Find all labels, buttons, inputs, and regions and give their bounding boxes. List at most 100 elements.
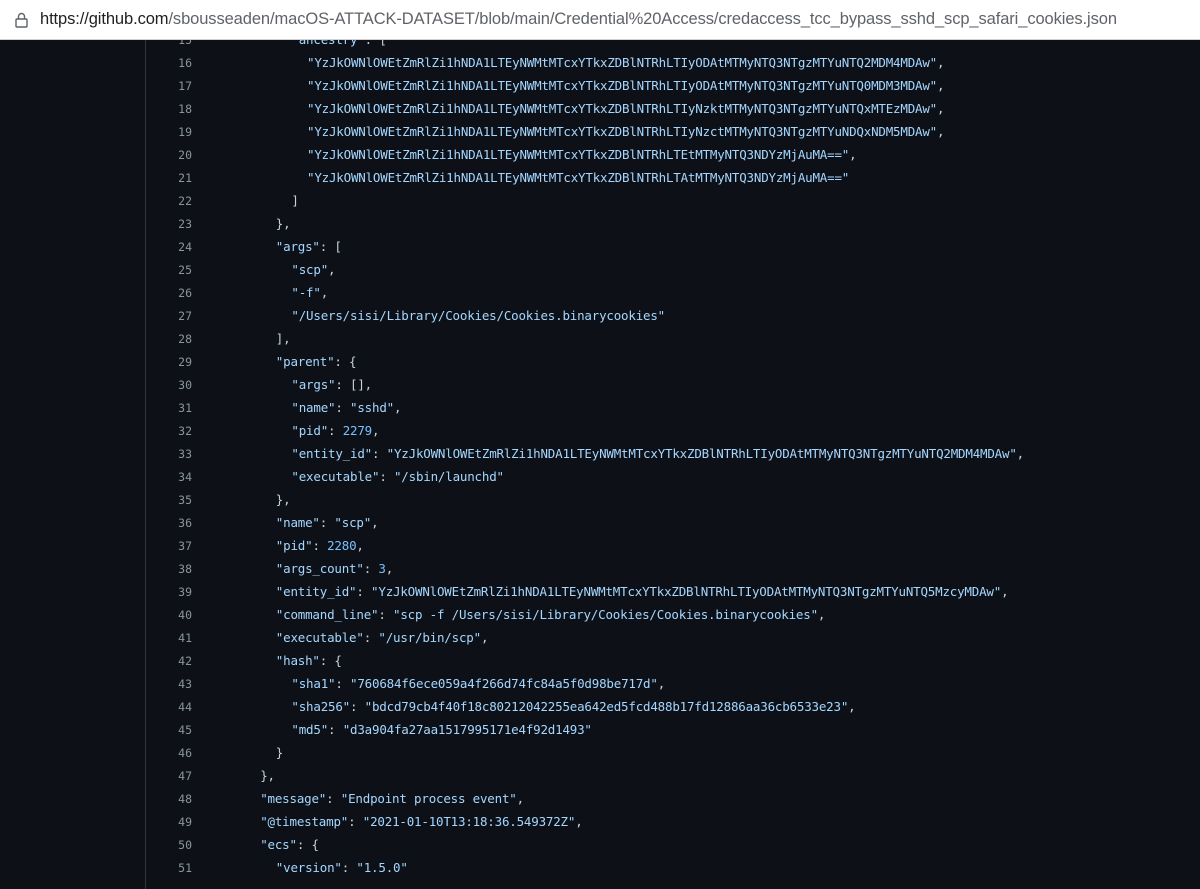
line-number[interactable]: 23: [0, 217, 192, 231]
code-line: 32 "pid": 2279,: [0, 419, 1200, 442]
line-number[interactable]: 39: [0, 585, 192, 599]
line-number[interactable]: 49: [0, 815, 192, 829]
line-number[interactable]: 36: [0, 516, 192, 530]
line-content: },: [275, 492, 291, 507]
code-line: 45 "md5": "d3a904fa27aa1517995171e4f92d14…: [0, 718, 1200, 741]
line-number[interactable]: 47: [0, 769, 192, 783]
line-content: "executable": "/sbin/launchd": [291, 469, 504, 484]
line-content: "executable": "/usr/bin/scp",: [275, 630, 489, 645]
url-field[interactable]: https://github.com/sbousseaden/macOS-ATT…: [40, 10, 1117, 29]
line-number[interactable]: 31: [0, 401, 192, 415]
line-content: "sha1": "760684f6ece059a4f266d74fc84a5f0…: [291, 676, 666, 691]
code-line: 51 "version": "1.5.0": [0, 856, 1200, 879]
line-content: "args": [],: [291, 377, 372, 392]
line-number[interactable]: 18: [0, 102, 192, 116]
code-line: 38 "args_count": 3,: [0, 557, 1200, 580]
code-line: 48 "message": "Endpoint process event",: [0, 787, 1200, 810]
url-domain: https://github.com: [40, 10, 169, 28]
line-content: "-f",: [291, 285, 329, 300]
line-number[interactable]: 43: [0, 677, 192, 691]
code-line: 36 "name": "scp",: [0, 511, 1200, 534]
line-content: "message": "Endpoint process event",: [260, 791, 524, 806]
line-content: "name": "sshd",: [291, 400, 402, 415]
line-content: "@timestamp": "2021-01-10T13:18:36.54937…: [260, 814, 583, 829]
line-number[interactable]: 33: [0, 447, 192, 461]
code-line: 28],: [0, 327, 1200, 350]
line-number[interactable]: 41: [0, 631, 192, 645]
lock-icon[interactable]: [14, 11, 28, 29]
line-number[interactable]: 46: [0, 746, 192, 760]
line-number[interactable]: 27: [0, 309, 192, 323]
line-number[interactable]: 21: [0, 171, 192, 185]
line-content: "YzJkOWNlOWEtZmRlZi1hNDA1LTEyNWMtMTcxYTk…: [307, 147, 857, 162]
code-line: 35},: [0, 488, 1200, 511]
line-number[interactable]: 19: [0, 125, 192, 139]
code-line: 46}: [0, 741, 1200, 764]
address-bar[interactable]: https://github.com/sbousseaden/macOS-ATT…: [0, 0, 1200, 40]
code-line: 31 "name": "sshd",: [0, 396, 1200, 419]
line-number[interactable]: 26: [0, 286, 192, 300]
line-content: "/Users/sisi/Library/Cookies/Cookies.bin…: [291, 308, 665, 323]
line-content: "sha256": "bdcd79cb4f40f18c80212042255ea…: [291, 699, 856, 714]
line-number[interactable]: 30: [0, 378, 192, 392]
code-line: 49 "@timestamp": "2021-01-10T13:18:36.549…: [0, 810, 1200, 833]
line-number[interactable]: 51: [0, 861, 192, 875]
code-line: 19 "YzJkOWNlOWEtZmRlZi1hNDA1LTEyNWMtMTcxY…: [0, 120, 1200, 143]
line-content: "YzJkOWNlOWEtZmRlZi1hNDA1LTEyNWMtMTcxYTk…: [307, 78, 945, 93]
code-line: 21 "YzJkOWNlOWEtZmRlZi1hNDA1LTEyNWMtMTcxY…: [0, 166, 1200, 189]
url-path: /sbousseaden/macOS-ATTACK-DATASET/blob/m…: [168, 10, 1117, 28]
line-content: "md5": "d3a904fa27aa1517995171e4f92d1493…: [291, 722, 592, 737]
line-number[interactable]: 15: [0, 40, 192, 47]
line-content: "version": "1.5.0": [275, 860, 408, 875]
line-content: "YzJkOWNlOWEtZmRlZi1hNDA1LTEyNWMtMTcxYTk…: [307, 101, 945, 116]
line-number[interactable]: 44: [0, 700, 192, 714]
line-number[interactable]: 22: [0, 194, 192, 208]
line-content: "command_line": "scp -f /Users/sisi/Libr…: [275, 607, 826, 622]
line-number[interactable]: 38: [0, 562, 192, 576]
line-content: "parent": {: [275, 354, 357, 369]
line-content: "ancestry": [: [291, 40, 386, 47]
code-line: 16 "YzJkOWNlOWEtZmRlZi1hNDA1LTEyNWMtMTcxY…: [0, 51, 1200, 74]
line-number[interactable]: 25: [0, 263, 192, 277]
line-number[interactable]: 34: [0, 470, 192, 484]
line-number[interactable]: 45: [0, 723, 192, 737]
code-line: 25 "scp",: [0, 258, 1200, 281]
code-line: 44 "sha256": "bdcd79cb4f40f18c80212042255…: [0, 695, 1200, 718]
line-number[interactable]: 50: [0, 838, 192, 852]
line-number[interactable]: 32: [0, 424, 192, 438]
code-line: 43 "sha1": "760684f6ece059a4f266d74fc84a5…: [0, 672, 1200, 695]
code-line: 50 "ecs": {: [0, 833, 1200, 856]
code-line: 42 "hash": {: [0, 649, 1200, 672]
line-number[interactable]: 16: [0, 56, 192, 70]
line-content: ],: [275, 331, 291, 346]
line-number[interactable]: 37: [0, 539, 192, 553]
line-number[interactable]: 28: [0, 332, 192, 346]
line-content: "pid": 2279,: [291, 423, 380, 438]
line-content: "entity_id": "YzJkOWNlOWEtZmRlZi1hNDA1LT…: [275, 584, 1009, 599]
line-content: "hash": {: [275, 653, 342, 668]
line-content: "args": [: [275, 239, 342, 254]
code-line: 22]: [0, 189, 1200, 212]
code-line: 33 "entity_id": "YzJkOWNlOWEtZmRlZi1hNDA1…: [0, 442, 1200, 465]
code-line: 40 "command_line": "scp -f /Users/sisi/Li…: [0, 603, 1200, 626]
code-line: 29 "parent": {: [0, 350, 1200, 373]
code-viewer[interactable]: 15 "ancestry": [ 16 "YzJkOWNlOWEtZmRlZi1hND…: [0, 40, 1200, 889]
line-number[interactable]: 48: [0, 792, 192, 806]
line-content: ]: [291, 193, 299, 208]
line-number[interactable]: 35: [0, 493, 192, 507]
code-lines: 15 "ancestry": [ 16 "YzJkOWNlOWEtZmRlZi1hND…: [0, 40, 1200, 879]
line-number[interactable]: 29: [0, 355, 192, 369]
line-content: "pid": 2280,: [275, 538, 364, 553]
line-number[interactable]: 20: [0, 148, 192, 162]
line-content: "entity_id": "YzJkOWNlOWEtZmRlZi1hNDA1LT…: [291, 446, 1024, 461]
code-line: 30 "args": [],: [0, 373, 1200, 396]
line-number[interactable]: 42: [0, 654, 192, 668]
line-number[interactable]: 24: [0, 240, 192, 254]
code-line: 20 "YzJkOWNlOWEtZmRlZi1hNDA1LTEyNWMtMTcxY…: [0, 143, 1200, 166]
code-line: 47},: [0, 764, 1200, 787]
line-number[interactable]: 17: [0, 79, 192, 93]
line-number[interactable]: 40: [0, 608, 192, 622]
code-line: 37 "pid": 2280,: [0, 534, 1200, 557]
code-line: 23},: [0, 212, 1200, 235]
line-content: "YzJkOWNlOWEtZmRlZi1hNDA1LTEyNWMtMTcxYTk…: [307, 55, 945, 70]
